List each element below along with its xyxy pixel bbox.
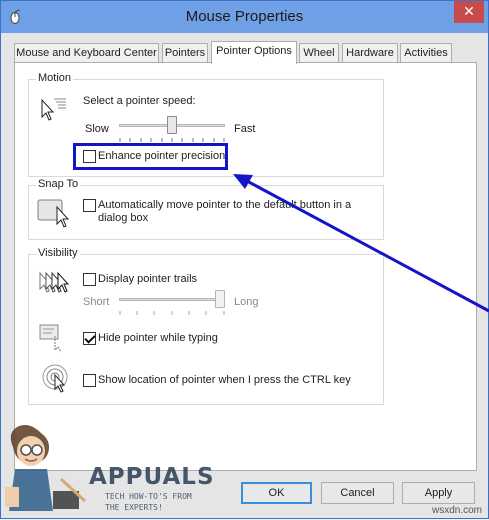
appuals-logo	[5, 425, 87, 511]
appuals-wordmark: APPUALS	[89, 464, 215, 490]
tab-pointer-options[interactable]: Pointer Options	[211, 41, 297, 64]
mouse-properties-window: Mouse Properties ✕ Mouse and Keyboard Ce…	[0, 0, 489, 519]
site-watermark: wsxdn.com	[431, 505, 482, 516]
appuals-tagline-line2: THE EXPERTS!	[105, 503, 163, 512]
appuals-tagline-line1: TECH HOW-TO'S FROM	[105, 492, 192, 501]
